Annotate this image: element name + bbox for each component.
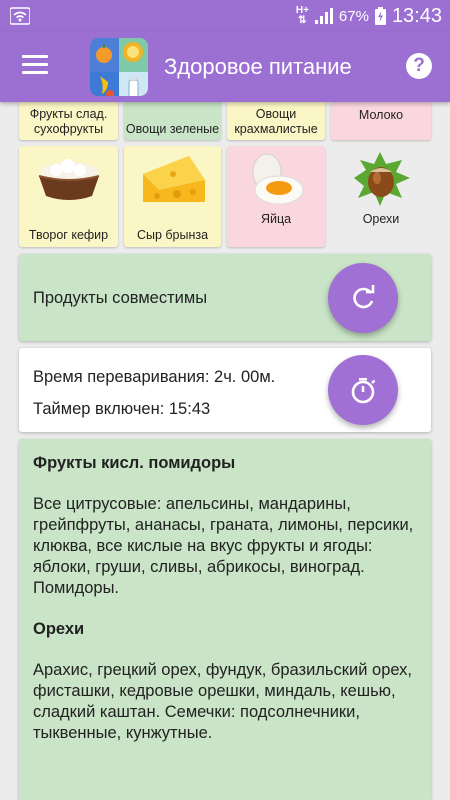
app-logo [90,38,148,96]
category-label: Овощи зеленые [125,122,220,136]
category-tile-cottage-cheese[interactable]: Творог кефир [19,146,118,247]
stopwatch-icon [351,378,376,404]
category-label: Творог кефир [28,228,109,242]
battery-percent: 67% [338,7,369,25]
clock: 13:43 [391,4,442,27]
category-tile-nuts[interactable]: Орехи [331,146,431,247]
wifi-icon [10,7,30,25]
category-label: Фрукты слад. сухофрукты [29,107,108,136]
category-label: Овощи крахмалистые [234,107,318,136]
category-tile-starchy-vegetables[interactable]: Овощи крахмалистые [227,100,325,140]
cheese-icon [142,156,205,202]
battery-charging-icon [374,7,386,25]
timer-button[interactable] [328,355,398,425]
signal-icon [314,8,333,24]
category-label: Сыр брынза [136,228,209,242]
network-type-indicator: H+ ⇅ [295,5,309,26]
category-label: Орехи [362,212,400,226]
help-icon[interactable]: ? [406,53,432,79]
section-body: Арахис, грецкий орех, фундук, бразильски… [33,661,413,742]
timer-status-text: Таймер включен: 15:43 [33,400,211,418]
category-label: Молоко [358,108,404,122]
category-tile-green-vegetables[interactable]: Овощи зеленые [124,100,221,140]
status-bar: H+ ⇅ 67% 13:43 [0,0,450,32]
category-tile-sweet-fruits[interactable]: Фрукты слад. сухофрукты [19,100,118,140]
compatibility-text: Продукты совместимы [33,289,208,307]
refresh-icon [353,285,375,309]
category-tile-cheese[interactable]: Сыр брынза [124,146,221,247]
eggs-icon [252,153,304,205]
hazelnut-icon [354,152,410,206]
category-tile-milk[interactable]: Молоко [331,100,431,140]
section-title: Фрукты кисл. помидоры [33,454,236,472]
section-title: Орехи [33,620,85,638]
category-tile-eggs[interactable]: Яйца [227,146,325,247]
app-title: Здоровое питание [164,54,352,79]
menu-icon[interactable] [22,55,48,77]
digest-time-text: Время переваривания: 2ч. 00м. [33,368,276,386]
section-body: Все цитрусовые: апельсины, мандарины, гр… [33,495,414,597]
info-panel: Фрукты кисл. помидоры Все цитрусовые: ап… [19,439,431,800]
app-bar: Здоровое питание ? [0,32,450,102]
cottage-cheese-icon [38,159,99,200]
category-label: Яйца [260,212,292,226]
refresh-button[interactable] [328,263,398,333]
